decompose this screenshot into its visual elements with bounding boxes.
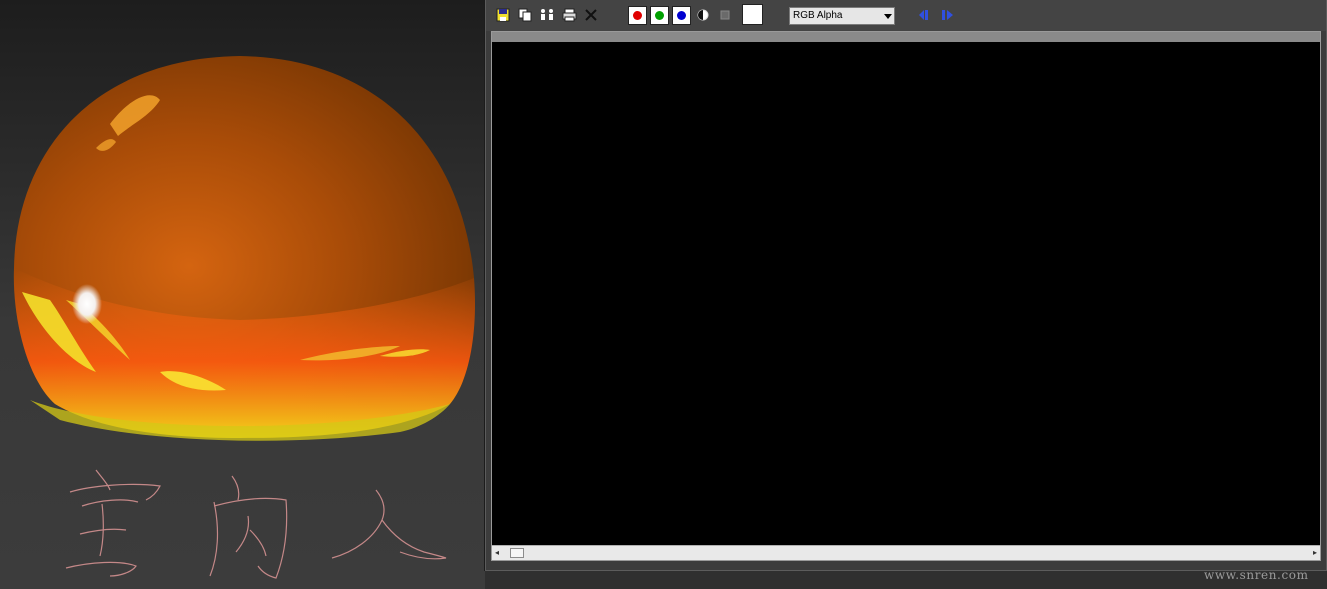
print-icon[interactable] <box>560 6 578 24</box>
sun-hotspot-on-dome <box>72 284 102 324</box>
render-viewport-topbar <box>492 32 1320 42</box>
scroll-right-icon[interactable]: ▸ <box>1313 549 1317 557</box>
clone-window-icon[interactable] <box>538 6 556 24</box>
channel-display-value: RGB Alpha <box>793 10 843 21</box>
channel-display-dropdown[interactable]: RGB Alpha <box>789 7 895 25</box>
render-area <box>492 42 1320 545</box>
alpha-toggle-icon[interactable] <box>716 6 734 24</box>
green-channel-toggle[interactable] <box>650 6 669 25</box>
color-swatch[interactable] <box>742 4 763 25</box>
copy-image-icon[interactable] <box>516 6 534 24</box>
red-channel-toggle[interactable] <box>628 6 647 25</box>
save-icon[interactable] <box>494 6 512 24</box>
next-history-icon[interactable] <box>938 6 956 24</box>
scrollbar-thumb[interactable] <box>510 548 524 558</box>
blue-channel-toggle[interactable] <box>672 6 691 25</box>
monochrome-icon[interactable] <box>694 6 712 24</box>
chevron-down-icon <box>882 8 894 24</box>
horizontal-scrollbar[interactable]: ◂ ▸ <box>492 545 1320 560</box>
previous-history-icon[interactable] <box>916 6 934 24</box>
clear-icon[interactable] <box>582 6 600 24</box>
site-watermark: www.snren.com <box>1204 568 1309 582</box>
frame-buffer-window[interactable]: RGB Alpha ◂ ▸ <box>485 0 1327 571</box>
scroll-left-icon[interactable]: ◂ <box>495 549 499 557</box>
render-viewport[interactable]: ◂ ▸ <box>491 31 1321 561</box>
frame-buffer-toolbar: RGB Alpha <box>486 0 1326 31</box>
